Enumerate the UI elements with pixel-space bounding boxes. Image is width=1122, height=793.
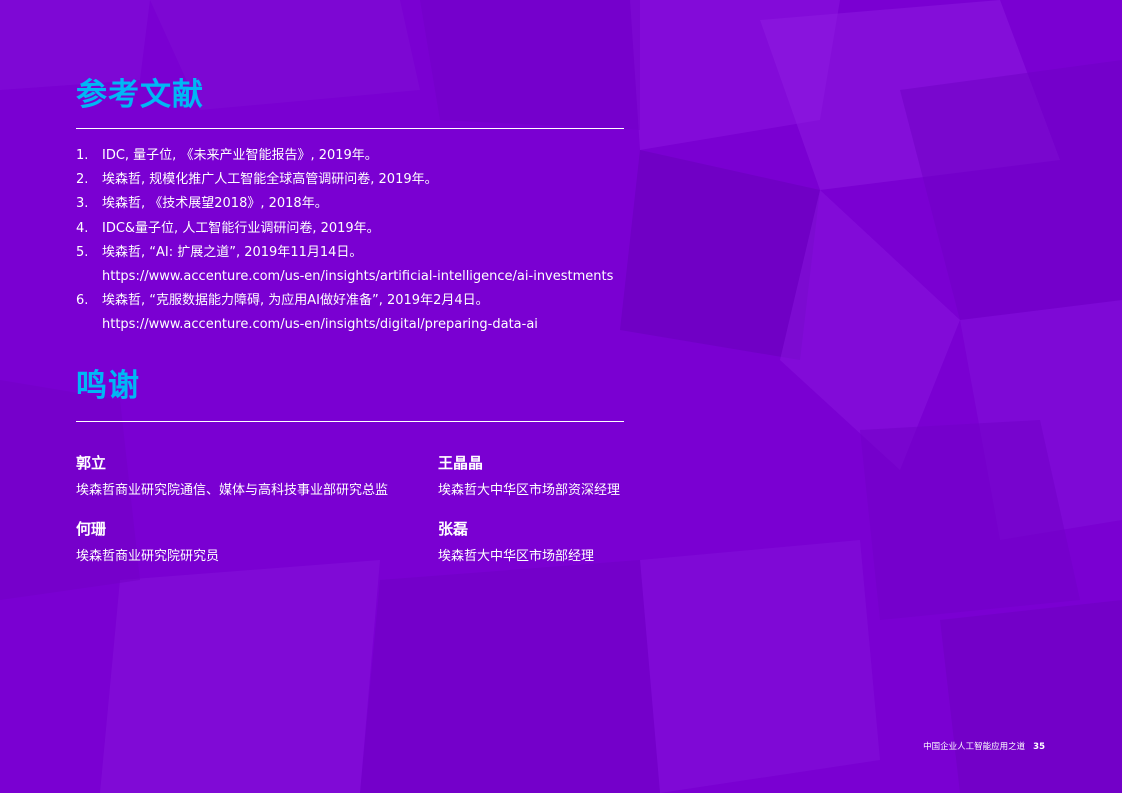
reference-text: 埃森哲, “AI: 扩展之道”, 2019年11月14日。 bbox=[102, 244, 363, 260]
reference-text: 埃森哲, “克服数据能力障碍, 为应用AI做好准备”, 2019年2月4日。 bbox=[102, 293, 489, 309]
references-list: 1. IDC, 量子位, 《未来产业智能报告》, 2019年。 2. 埃森哲, … bbox=[76, 144, 636, 338]
reference-item: 1. IDC, 量子位, 《未来产业智能报告》, 2019年。 bbox=[76, 144, 636, 168]
acknowledgement-person: 何珊 埃森哲商业研究院研究员 bbox=[76, 518, 219, 564]
reference-number: 3. bbox=[76, 196, 89, 212]
person-name: 何珊 bbox=[76, 520, 107, 538]
reference-url-link[interactable]: https://www.accenture.com/us-en/insights… bbox=[102, 313, 538, 337]
page-number: 35 bbox=[1033, 742, 1045, 752]
references-divider bbox=[76, 128, 624, 129]
acknowledgement-person: 张磊 埃森哲大中华区市场部经理 bbox=[438, 518, 594, 564]
acknowledgements-divider bbox=[76, 421, 624, 422]
reference-text: 埃森哲, 《技术展望2018》, 2018年。 bbox=[102, 196, 328, 212]
reference-number: 2. bbox=[76, 172, 89, 188]
reference-number: 1. bbox=[76, 148, 89, 163]
reference-url-link[interactable]: https://www.accenture.com/us-en/insights… bbox=[102, 265, 613, 289]
reference-item: 5. 埃森哲, “AI: 扩展之道”, 2019年11月14日。 bbox=[76, 241, 636, 265]
reference-text: IDC&量子位, 人工智能行业调研问卷, 2019年。 bbox=[102, 220, 380, 236]
acknowledgement-person: 王晶晶 埃森哲大中华区市场部资深经理 bbox=[438, 452, 620, 498]
person-title: 埃森哲商业研究院通信、媒体与高科技事业部研究总监 bbox=[76, 483, 389, 498]
person-name: 张磊 bbox=[438, 520, 469, 538]
reference-number: 5. bbox=[76, 244, 89, 260]
person-title: 埃森哲大中华区市场部资深经理 bbox=[438, 483, 621, 498]
reference-url-row: https://www.accenture.com/us-en/insights… bbox=[76, 265, 636, 289]
reference-url-row: https://www.accenture.com/us-en/insights… bbox=[76, 313, 636, 337]
footer-doc-title: 中国企业人工智能应用之道 bbox=[923, 742, 1026, 752]
reference-item: 6. 埃森哲, “克服数据能力障碍, 为应用AI做好准备”, 2019年2月4日… bbox=[76, 289, 636, 313]
person-title: 埃森哲大中华区市场部经理 bbox=[438, 549, 595, 564]
reference-item: 3. 埃森哲, 《技术展望2018》, 2018年。 bbox=[76, 192, 636, 216]
reference-number: 4. bbox=[76, 220, 89, 236]
reference-number: 6. bbox=[76, 293, 89, 309]
person-name: 郭立 bbox=[76, 454, 107, 472]
page-content: 参考文献 1. IDC, 量子位, 《未来产业智能报告》, 2019年。 2. … bbox=[0, 0, 1122, 793]
reference-item: 2. 埃森哲, 规模化推广人工智能全球高管调研问卷, 2019年。 bbox=[76, 168, 636, 192]
reference-text: IDC, 量子位, 《未来产业智能报告》, 2019年。 bbox=[102, 148, 378, 163]
reference-text: 埃森哲, 规模化推广人工智能全球高管调研问卷, 2019年。 bbox=[102, 172, 438, 188]
page-footer: 中国企业人工智能应用之道 35 bbox=[923, 740, 1045, 752]
references-heading: 参考文献 bbox=[76, 77, 204, 113]
person-title: 埃森哲商业研究院研究员 bbox=[76, 549, 220, 564]
acknowledgement-person: 郭立 埃森哲商业研究院通信、媒体与高科技事业部研究总监 bbox=[76, 452, 388, 498]
acknowledgements-heading: 鸣谢 bbox=[76, 368, 140, 404]
person-name: 王晶晶 bbox=[438, 454, 484, 472]
reference-item: 4. IDC&量子位, 人工智能行业调研问卷, 2019年。 bbox=[76, 217, 636, 241]
